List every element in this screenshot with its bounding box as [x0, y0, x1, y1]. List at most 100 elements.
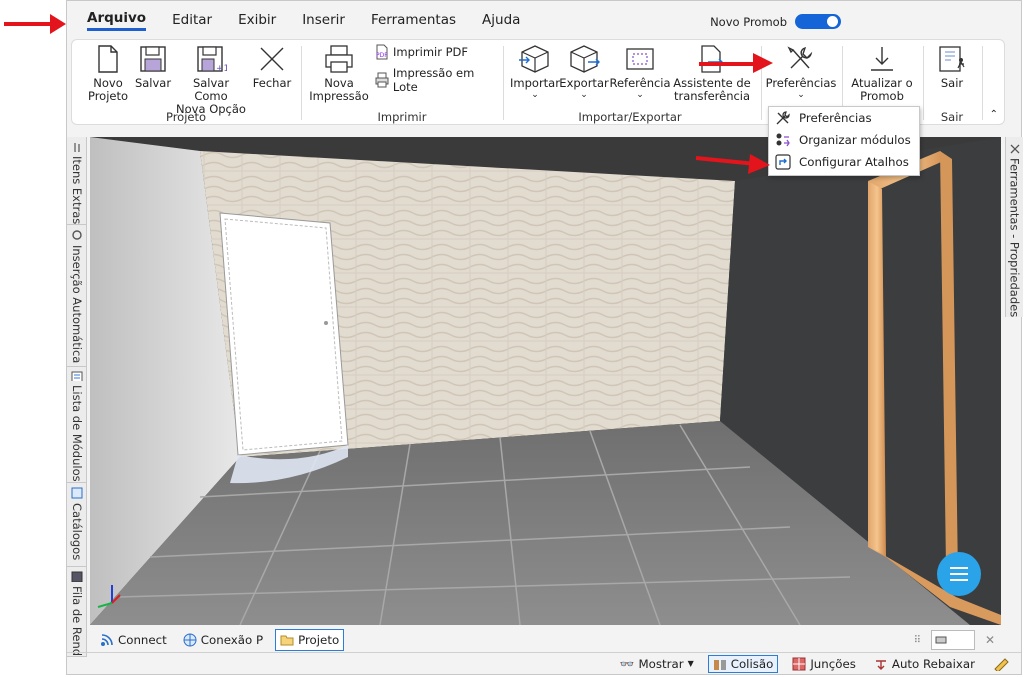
tools-icon — [776, 111, 790, 125]
folder-icon — [280, 635, 294, 646]
auto-rebaixar-toggle[interactable]: Auto Rebaixar — [870, 656, 979, 672]
dd-configurar-atalhos[interactable]: Configurar Atalhos — [769, 151, 919, 173]
ribbon-separator — [982, 46, 983, 120]
shortcut-icon — [775, 154, 791, 170]
pencil-ruler-icon — [994, 657, 1009, 671]
group-sair: Sair Sair — [924, 40, 980, 126]
collapse-ribbon-icon[interactable]: ⌃ — [990, 109, 998, 120]
room-render — [90, 137, 1001, 625]
menu-editar[interactable]: Editar — [172, 12, 212, 28]
list-icon — [71, 371, 83, 382]
group-title-importar-exportar: Importar/Exportar — [578, 110, 682, 124]
annotation-arrow-arquivo — [4, 14, 66, 34]
junction-icon — [792, 657, 806, 670]
menu-ferramentas[interactable]: Ferramentas — [371, 12, 456, 28]
group-title-projeto: Projeto — [165, 110, 207, 124]
catalog-icon — [71, 487, 83, 499]
colisao-toggle[interactable]: Colisão — [707, 654, 779, 673]
reference-icon — [626, 48, 654, 70]
gears-icon — [72, 230, 82, 240]
menu-exibir[interactable]: Exibir — [238, 12, 276, 28]
group-imprimir: Nova Impressão PDF Imprimir PDF Impressã… — [302, 40, 502, 126]
resize-grip-icon: ⠿ — [913, 634, 921, 646]
imprimir-pdf-button[interactable]: PDF Imprimir PDF — [374, 44, 468, 60]
tools-icon — [787, 46, 813, 69]
paperclip-icon — [74, 143, 80, 152]
chat-menu-button[interactable] — [937, 552, 981, 596]
left-dock-bar: Itens Extras Inserção Automática Lista d… — [67, 137, 87, 657]
collision-icon — [713, 659, 726, 670]
save-as-icon: +1 — [197, 46, 227, 74]
render-queue-icon — [71, 571, 83, 582]
tab-connect[interactable]: Connect — [96, 629, 171, 651]
importar-button[interactable]: Importar ⌄ — [510, 44, 560, 100]
annotation-arrow-preferencias — [699, 53, 773, 73]
bottom-tools: ⠿ ✕ — [914, 630, 1001, 650]
import-box-icon — [519, 45, 549, 73]
atualizar-promob-button[interactable]: Atualizar o Promob — [849, 44, 915, 103]
tab-ferramentas-propriedades[interactable]: Ferramentas - Propriedades — [1005, 137, 1023, 317]
batch-print-icon — [375, 72, 389, 88]
tab-projeto[interactable]: Projeto — [275, 629, 345, 651]
chevron-down-icon: ⌄ — [580, 90, 588, 100]
novo-promob-toggle[interactable] — [795, 14, 841, 29]
export-box-icon — [570, 45, 600, 73]
chevron-down-icon: ⌄ — [531, 90, 539, 100]
tab-fila-render[interactable]: Fila de Rend — [67, 567, 87, 657]
novo-promob-label: Novo Promob — [710, 14, 787, 29]
render-preview-box[interactable] — [930, 630, 975, 650]
caret-down-icon: ▼ — [687, 659, 694, 668]
exportar-button[interactable]: Exportar ⌄ — [559, 44, 609, 100]
fechar-button[interactable]: Fechar — [250, 44, 294, 90]
salvar-button[interactable]: Salvar — [134, 44, 172, 90]
preferencias-button[interactable]: Preferências ⌄ — [766, 44, 836, 100]
annotation-arrow-configurar-atalhos — [695, 154, 770, 174]
group-projeto: Novo Projeto Salvar +1 Salvar Como Nova … — [72, 40, 300, 126]
mostrar-dropdown[interactable]: 👓 Mostrar ▼ — [616, 656, 698, 672]
status-bar: 👓 Mostrar ▼ Colisão Junções Auto Rebaixa… — [67, 652, 1021, 674]
group-title-imprimir: Imprimir — [377, 110, 427, 124]
globe-icon — [183, 633, 197, 647]
juncoes-toggle[interactable]: Junções — [788, 656, 860, 672]
close-icon — [260, 47, 284, 71]
exit-icon — [939, 46, 965, 72]
menu-arquivo[interactable]: Arquivo — [87, 10, 147, 31]
menu-inserir[interactable]: Inserir — [302, 12, 345, 28]
dd-organizar-modulos[interactable]: Organizar módulos — [769, 129, 919, 151]
printer-icon — [935, 636, 947, 644]
salvar-como-button[interactable]: +1 Salvar Como Nova Opção — [176, 44, 246, 116]
tools-icon — [1010, 144, 1019, 154]
referencia-button[interactable]: Referência ⌄ — [609, 44, 671, 100]
nova-impressao-button[interactable]: Nova Impressão — [309, 44, 369, 103]
novo-projeto-button[interactable]: Novo Projeto — [86, 44, 130, 103]
app-window: Arquivo Editar Exibir Inserir Ferramenta… — [66, 0, 1023, 675]
tab-insercao-automatica[interactable]: Inserção Automática — [67, 225, 87, 367]
svg-text:+1: +1 — [216, 64, 227, 74]
printer-icon — [325, 45, 353, 73]
tab-conexao[interactable]: Conexão P — [179, 629, 267, 651]
tab-itens-extras[interactable]: Itens Extras — [67, 137, 87, 225]
novo-promob-toggle-wrap: Novo Promob — [710, 14, 841, 29]
impressao-lote-button[interactable]: Impressão em Lote — [374, 66, 502, 94]
glasses-icon: 👓 — [619, 656, 635, 671]
measure-tool[interactable] — [989, 656, 1015, 672]
sair-button[interactable]: Sair — [930, 44, 974, 90]
preferencias-dropdown: Preferências Organizar módulos Configura… — [768, 106, 920, 176]
tab-catalogos[interactable]: Catálogos — [67, 483, 87, 567]
auto-lower-icon — [875, 659, 886, 670]
3d-viewport[interactable] — [90, 137, 1001, 625]
chevron-down-icon: ⌄ — [636, 90, 644, 100]
new-file-icon — [98, 45, 118, 73]
save-icon — [140, 46, 166, 72]
svg-text:PDF: PDF — [376, 52, 388, 59]
rss-icon — [101, 634, 113, 646]
menu-ajuda[interactable]: Ajuda — [482, 12, 520, 28]
group-title-sair: Sair — [940, 110, 964, 124]
download-icon — [871, 47, 893, 71]
menu-icon — [950, 567, 968, 581]
tab-lista-modulos[interactable]: Lista de Módulos — [67, 367, 87, 483]
chevron-down-icon: ⌄ — [797, 90, 805, 100]
dd-preferencias[interactable]: Preferências — [769, 107, 919, 129]
pdf-icon: PDF — [376, 44, 388, 60]
close-panel-icon[interactable]: ✕ — [985, 633, 995, 647]
